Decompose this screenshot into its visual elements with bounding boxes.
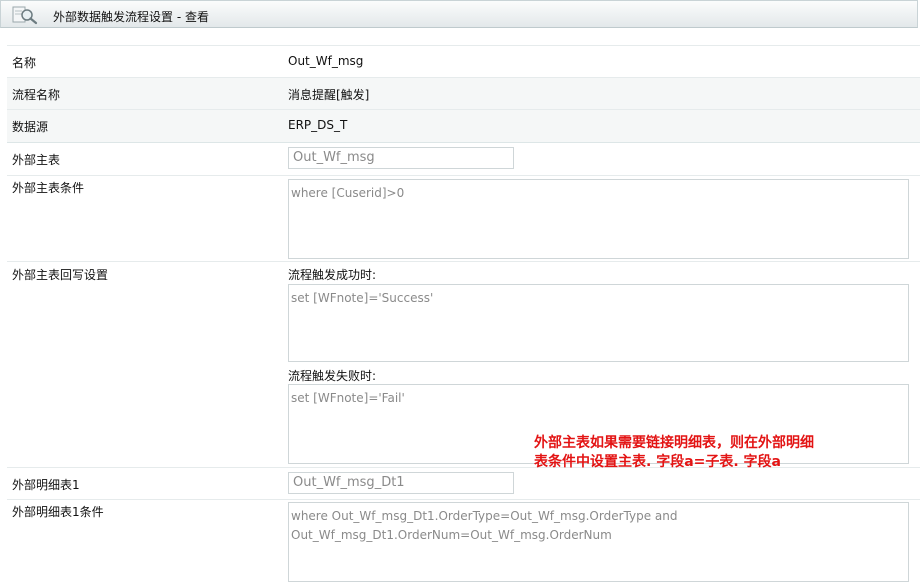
writeback-fail-label: 流程触发失败时: bbox=[288, 369, 377, 383]
writeback-success-label: 流程触发成功时: bbox=[288, 268, 377, 282]
window-title: 外部数据触发流程设置 - 查看 bbox=[53, 10, 209, 24]
detail-condition-label: 外部明细表1条件 bbox=[12, 505, 104, 519]
writeback-success-textarea[interactable]: set [WFnote]='Success' bbox=[288, 284, 909, 362]
writeback-label: 外部主表回写设置 bbox=[12, 268, 109, 282]
settings-form: 名称 Out_Wf_msg 流程名称 消息提醒[触发] 数据源 ERP_DS_T… bbox=[7, 45, 920, 585]
data-source-value: ERP_DS_T bbox=[288, 118, 348, 132]
data-source-label: 数据源 bbox=[12, 120, 49, 134]
annotation-line-1: 外部主表如果需要链接明细表，则在外部明细 bbox=[534, 435, 814, 451]
flow-name-value: 消息提醒[触发] bbox=[288, 88, 370, 102]
annotation-note: 外部主表如果需要链接明细表，则在外部明细 表条件中设置主表. 字段a=子表. 字… bbox=[534, 434, 894, 472]
row-main-table: 外部主表 Out_Wf_msg bbox=[7, 142, 920, 175]
main-condition-textarea[interactable]: where [Cuserid]>0 bbox=[288, 179, 909, 259]
main-condition-label: 外部主表条件 bbox=[12, 181, 85, 195]
annotation-line-2: 表条件中设置主表. 字段a=子表. 字段a bbox=[534, 454, 782, 470]
row-main-condition: 外部主表条件 where [Cuserid]>0 bbox=[7, 175, 920, 261]
row-flow-name: 流程名称 消息提醒[触发] bbox=[7, 77, 920, 109]
detail-table-input[interactable]: Out_Wf_msg_Dt1 bbox=[288, 472, 514, 494]
detail-table-label: 外部明细表1 bbox=[12, 478, 80, 492]
flow-name-label: 流程名称 bbox=[12, 88, 61, 102]
row-data-source: 数据源 ERP_DS_T bbox=[7, 109, 920, 142]
main-table-label: 外部主表 bbox=[12, 153, 61, 167]
row-detail-condition: 外部明细表1条件 where Out_Wf_msg_Dt1.OrderType=… bbox=[7, 499, 920, 585]
magnifier-icon bbox=[11, 5, 39, 25]
name-value: Out_Wf_msg bbox=[288, 54, 364, 68]
window-title-bar: 外部数据触发流程设置 - 查看 bbox=[0, 0, 918, 28]
row-name: 名称 Out_Wf_msg bbox=[7, 45, 920, 77]
detail-condition-textarea[interactable]: where Out_Wf_msg_Dt1.OrderType=Out_Wf_ms… bbox=[288, 502, 909, 582]
name-label: 名称 bbox=[12, 56, 37, 70]
main-table-input[interactable]: Out_Wf_msg bbox=[288, 147, 514, 169]
